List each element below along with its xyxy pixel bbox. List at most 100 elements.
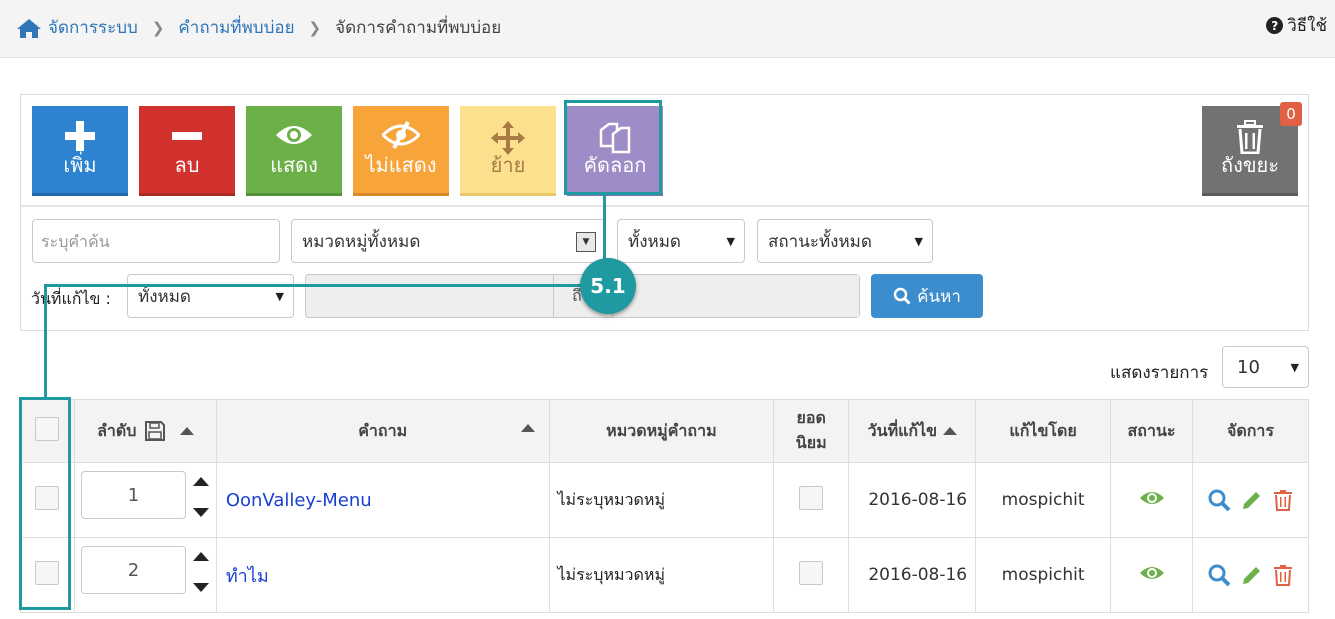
pencil-icon[interactable]	[1241, 489, 1263, 511]
caret-down-icon: ▼	[726, 235, 735, 248]
search-button-label: ค้นหา	[917, 286, 961, 307]
edited-by-cell: mospichit	[975, 462, 1112, 538]
status-cell	[1110, 537, 1193, 613]
order-arrows	[192, 552, 209, 592]
order-input[interactable]: 1	[80, 471, 186, 519]
table-header-row: ลำดับ คำถาม หมวดหมู่คำถาม ยอด นิยม วันที…	[20, 399, 1310, 463]
header-question[interactable]: คำถาม	[215, 399, 550, 463]
trash-icon[interactable]	[1273, 564, 1293, 586]
breadcrumb-item-faq[interactable]: คำถามที่พบบ่อย	[178, 14, 294, 41]
move-down-icon[interactable]	[192, 583, 209, 592]
popular-cell	[773, 462, 850, 538]
date-filter-select[interactable]: ทั้งหมด ▼	[127, 274, 294, 318]
date-cell: 2016-08-16	[848, 537, 977, 613]
header-status-label: สถานะ	[1127, 420, 1176, 440]
header-date[interactable]: วันที่แก้ไข	[848, 399, 977, 463]
eye-icon[interactable]	[1139, 564, 1165, 582]
category-cell: ไม่ระบุหมวดหมู่	[548, 537, 775, 613]
page: จัดการระบบ ❯ คำถามที่พบบ่อย ❯ จัดการ คำถา…	[0, 0, 1335, 619]
home-icon[interactable]	[16, 17, 42, 39]
header-category: หมวดหมู่คำถาม	[548, 399, 775, 463]
add-label: เพิ่ม	[63, 153, 97, 177]
add-button[interactable]: เพิ่ม	[32, 106, 128, 196]
page-size-label: แสดงรายการ	[1110, 363, 1209, 383]
eye-slash-icon	[382, 121, 420, 149]
annotation-connector	[44, 284, 582, 287]
breadcrumb: จัดการระบบ ❯ คำถามที่พบบ่อย ❯ จัดการคำถา…	[16, 14, 501, 41]
popular-cell	[773, 537, 850, 613]
annotation-connector	[603, 195, 606, 261]
header-popular-label-line2: นิยม	[795, 433, 827, 452]
eye-icon[interactable]	[1139, 489, 1165, 507]
chevron-right-icon: ❯	[151, 18, 165, 37]
search-icon[interactable]	[1207, 563, 1231, 587]
search-button[interactable]: ค้นหา	[871, 274, 983, 318]
popular-checkbox[interactable]	[799, 560, 824, 585]
search-input[interactable]	[32, 219, 280, 263]
question-link[interactable]: OonValley-Menu	[217, 490, 372, 511]
header-order-label: ลำดับ	[97, 420, 137, 440]
hide-label: ไม่แสดง	[365, 153, 437, 177]
header-category-label: หมวดหมู่คำถาม	[606, 420, 717, 440]
plus-icon	[65, 121, 95, 151]
date-range-end[interactable]	[613, 275, 859, 317]
save-icon[interactable]	[144, 420, 166, 442]
move-button[interactable]: ย้าย	[460, 106, 556, 196]
question-link[interactable]: ทำไม	[217, 566, 269, 587]
category-select[interactable]: หมวดหมู่ทั้งหมด ▼	[291, 219, 605, 263]
table-row: 1 OonValley-Menu ไม่ระบุหมวดหมู่ 2016-08…	[20, 462, 1310, 538]
table-row: 2 ทำไม ไม่ระบุหมวดหมู่ 2016-08-16 mospic…	[20, 537, 1310, 613]
breadcrumb-item-system[interactable]: จัดการระบบ	[48, 14, 138, 41]
header-popular-label-line1: ยอด	[796, 408, 826, 427]
popular-filter-select[interactable]: ทั้งหมด ▼	[617, 219, 745, 263]
sort-up-icon[interactable]	[942, 427, 957, 435]
hide-button[interactable]: ไม่แสดง	[353, 106, 449, 196]
sort-up-icon[interactable]	[179, 427, 194, 435]
status-select[interactable]: สถานะทั้งหมด ▼	[757, 219, 933, 263]
order-cell: 1	[73, 462, 217, 538]
eye-icon	[276, 126, 312, 144]
trash-count-badge: 0	[1280, 102, 1302, 126]
trash-button[interactable]: ถังขยะ 0	[1202, 102, 1302, 196]
delete-label: ลบ	[174, 153, 200, 177]
category-select-value: หมวดหมู่ทั้งหมด	[302, 231, 421, 252]
status-cell	[1110, 462, 1193, 538]
pencil-icon[interactable]	[1241, 564, 1263, 586]
actions-cell	[1191, 537, 1310, 613]
sort-up-icon[interactable]	[520, 424, 535, 432]
toolbar: เพิ่ม ลบ แสดง ไม่แสดง ย้าย คัดลอก ถังขยะ…	[21, 95, 1308, 207]
order-cell: 2	[73, 537, 217, 613]
show-label: แสดง	[270, 153, 318, 177]
header-edited-by: แก้ไขโดย	[975, 399, 1112, 463]
header-actions: จัดการ	[1191, 399, 1310, 463]
order-input[interactable]: 2	[80, 546, 186, 594]
page-size-select[interactable]: 10 ▼	[1222, 346, 1309, 388]
trash-icon[interactable]	[1273, 489, 1293, 511]
annotation-connector	[44, 284, 47, 399]
trash-icon	[1237, 120, 1263, 154]
breadcrumb-bar: จัดการระบบ ❯ คำถามที่พบบ่อย ❯ จัดการคำถา…	[0, 0, 1335, 58]
move-up-icon[interactable]	[192, 477, 209, 486]
edited-by-cell: mospichit	[975, 537, 1112, 613]
actions-cell	[1191, 462, 1310, 538]
delete-button[interactable]: ลบ	[139, 106, 235, 196]
category-value: ไม่ระบุหมวดหมู่	[557, 489, 666, 509]
chevron-right-icon: ❯	[308, 18, 322, 37]
search-icon[interactable]	[1207, 488, 1231, 512]
annotation-callout: 5.1	[580, 258, 636, 314]
question-cell: OonValley-Menu	[215, 462, 550, 538]
caret-down-icon: ▼	[914, 235, 923, 248]
header-status: สถานะ	[1110, 399, 1193, 463]
header-edited-by-label: แก้ไขโดย	[1009, 420, 1077, 440]
question-cell: ทำไม	[215, 537, 550, 613]
status-select-value: สถานะทั้งหมด	[768, 231, 872, 252]
help-link[interactable]: ? วิธีใช้	[1266, 12, 1327, 39]
order-arrows	[192, 477, 209, 517]
header-order[interactable]: ลำดับ	[73, 399, 217, 463]
popular-checkbox[interactable]	[799, 485, 824, 510]
move-up-icon[interactable]	[192, 552, 209, 561]
show-button[interactable]: แสดง	[246, 106, 342, 196]
page-size-value: 10	[1237, 356, 1260, 378]
move-down-icon[interactable]	[192, 508, 209, 517]
chevron-down-icon: ▼	[576, 232, 596, 252]
